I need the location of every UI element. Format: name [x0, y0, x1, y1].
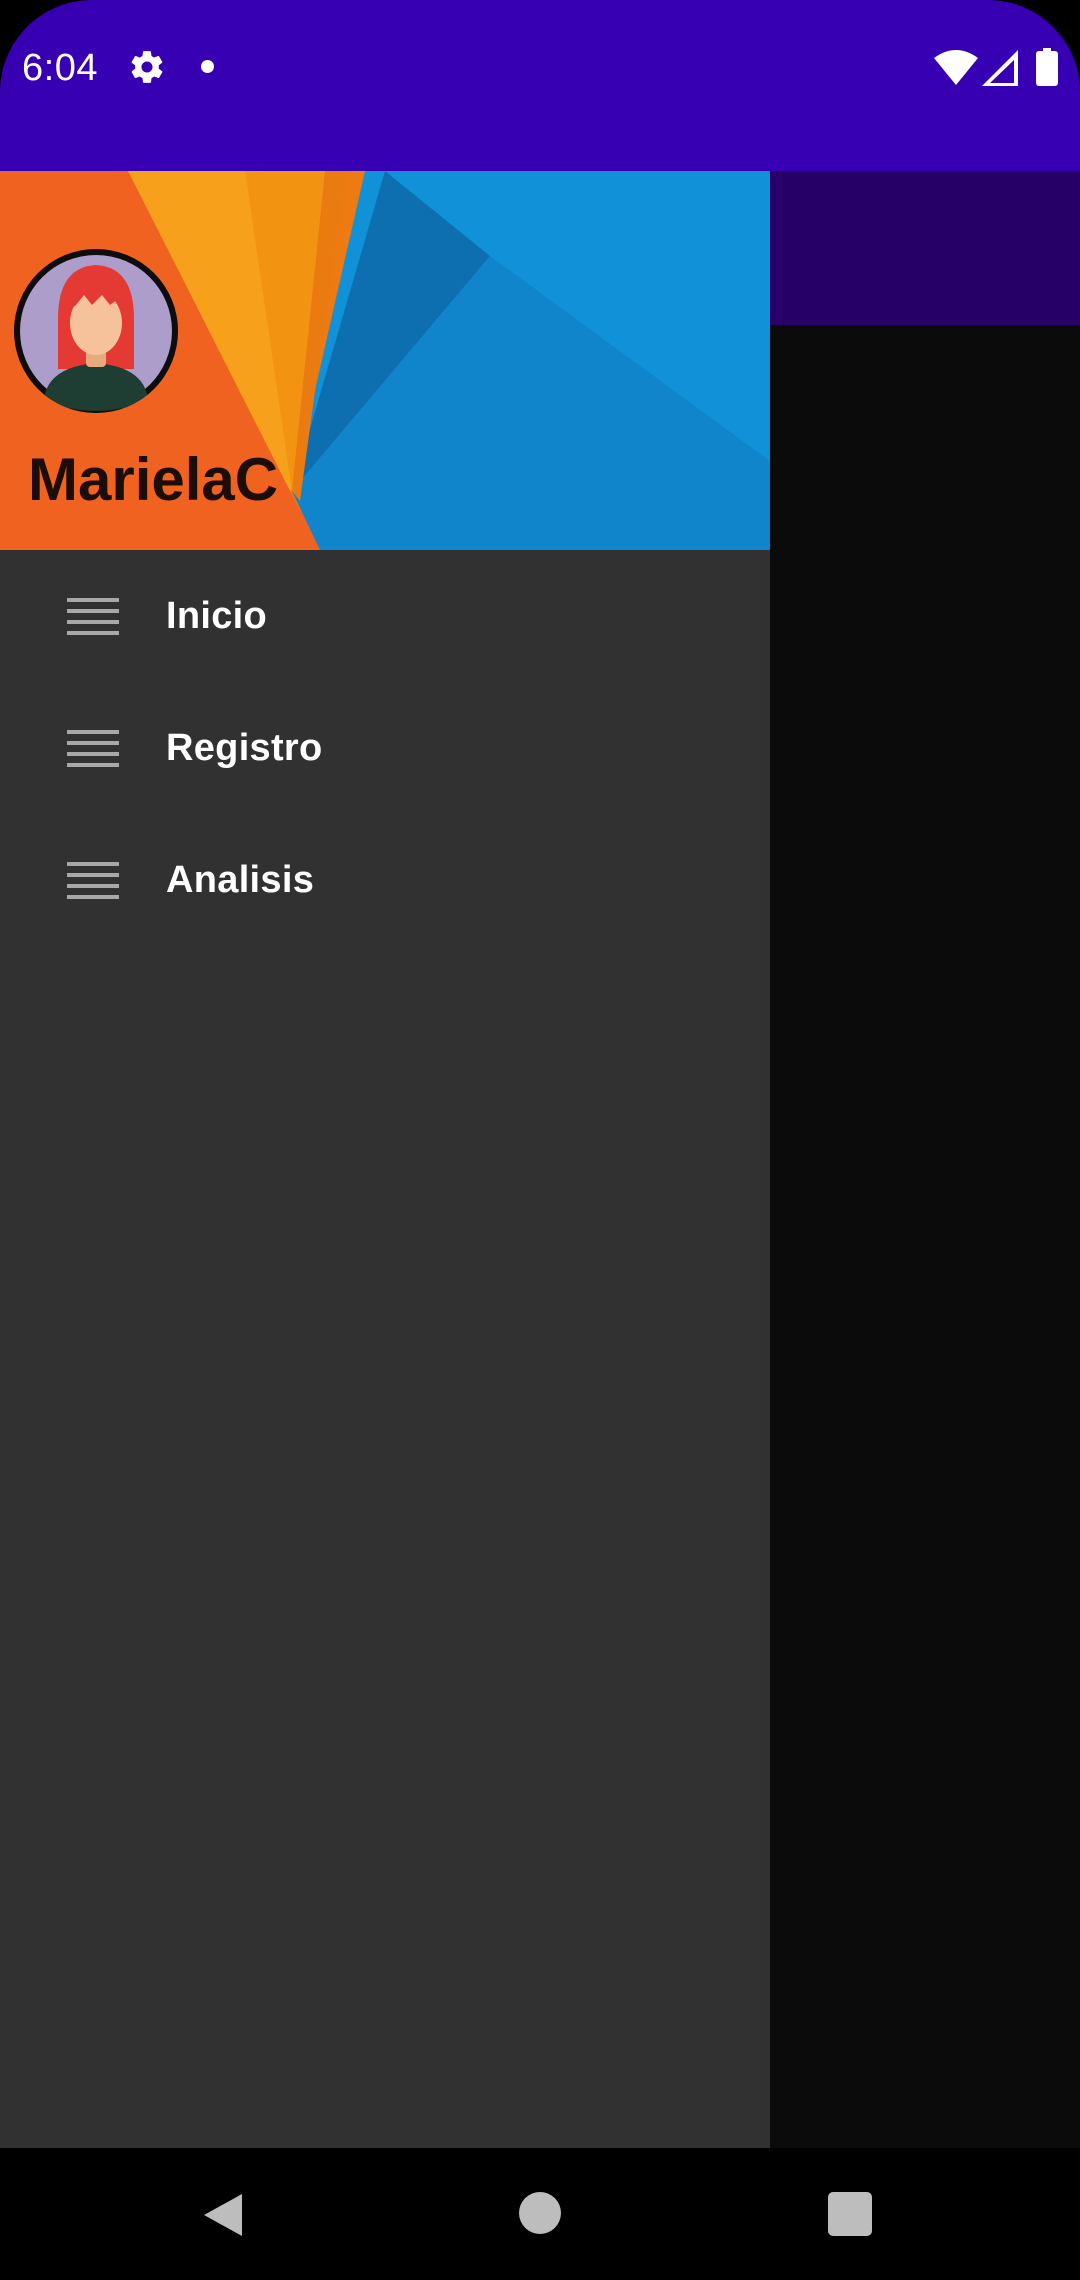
- drawer-menu: Inicio Registro Analisis: [0, 550, 770, 946]
- menu-item-inicio[interactable]: Inicio: [0, 550, 770, 682]
- back-icon[interactable]: [200, 2192, 246, 2238]
- navigation-drawer: MarielaC Inicio Registro Analisis: [0, 171, 770, 2148]
- menu-lines-icon: [67, 862, 119, 899]
- menu-item-label: Registro: [166, 727, 323, 769]
- status-bar: 6:04: [0, 0, 1080, 171]
- avatar-illustration: [14, 249, 178, 413]
- menu-item-label: Inicio: [166, 595, 268, 637]
- user-name: MarielaC: [28, 446, 279, 513]
- wifi-icon: [934, 50, 978, 85]
- cell-signal-icon: [982, 50, 1018, 86]
- system-nav-bar: [0, 2148, 1080, 2280]
- drawer-header: MarielaC: [0, 171, 770, 550]
- menu-item-label: Analisis: [166, 859, 315, 901]
- battery-icon: [1036, 48, 1058, 86]
- recents-icon[interactable]: [828, 2192, 872, 2236]
- gear-icon: [131, 51, 163, 83]
- status-time: 6:04: [22, 47, 98, 89]
- menu-item-analisis[interactable]: Analisis: [0, 814, 770, 946]
- menu-lines-icon: [67, 730, 119, 767]
- notification-dot-icon: [201, 60, 214, 73]
- menu-item-registro[interactable]: Registro: [0, 682, 770, 814]
- avatar[interactable]: [14, 249, 178, 413]
- home-icon[interactable]: [519, 2192, 561, 2234]
- menu-lines-icon: [67, 598, 119, 635]
- screen: 6:04 MarielaC Inicio Registro Analisis: [0, 0, 1080, 2280]
